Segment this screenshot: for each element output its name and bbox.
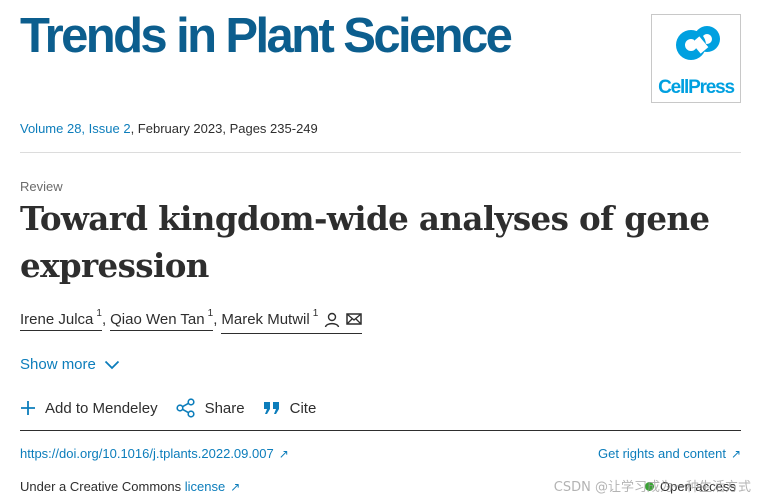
doi-link[interactable]: https://doi.org/10.1016/j.tplants.2022.0…: [20, 446, 289, 461]
volume-link[interactable]: Volume 28, Issue 2: [20, 121, 131, 136]
author-name: Irene Julca: [20, 311, 94, 328]
author-link[interactable]: Irene Julca 1: [20, 308, 102, 331]
doi-text: https://doi.org/10.1016/j.tplants.2022.0…: [20, 446, 274, 461]
quote-icon: [263, 402, 279, 414]
rights-link[interactable]: Get rights and content ↗: [598, 446, 741, 461]
show-more-label: Show more: [20, 356, 96, 373]
mendeley-label: Add to Mendeley: [45, 399, 158, 417]
article-type: Review: [20, 179, 63, 194]
author-name: Marek Mutwil: [221, 311, 310, 328]
article-title: Toward kingdom-wide analyses of gene exp…: [20, 199, 710, 285]
license-link-text: license: [184, 479, 226, 494]
envelope-icon: [346, 312, 363, 330]
divider: [20, 430, 741, 431]
author-affiliation: 1: [312, 308, 319, 319]
author-separator: ,: [213, 311, 218, 328]
divider: [20, 152, 741, 153]
author-separator: ,: [101, 311, 107, 328]
issue-info: Volume 28, Issue 2, February 2023, Pages…: [20, 121, 318, 136]
author-affiliation: 1: [207, 308, 214, 319]
share-label: Share: [204, 399, 245, 417]
cellpress-logo[interactable]: CellPress: [651, 14, 741, 103]
external-link-icon: ↗: [278, 447, 289, 461]
chevron-down-icon: [104, 360, 120, 369]
watermark: CSDN @让学习成为一种生活方式: [553, 480, 751, 495]
plus-icon: [21, 401, 35, 415]
external-link-icon: ↗: [730, 447, 741, 461]
logo-text: CellPress: [658, 77, 735, 98]
author-link[interactable]: Marek Mutwil 1: [221, 308, 363, 334]
article-actions: Add to Mendeley Share Cite: [20, 398, 334, 418]
license-info: Under a Creative Commons license ↗: [20, 479, 240, 494]
external-link-icon: ↗: [230, 480, 241, 494]
author-affiliation: 1: [96, 308, 102, 319]
author-name: Qiao Wen Tan: [110, 311, 205, 328]
cellpress-logo-icon: [676, 26, 720, 60]
license-prefix: Under a Creative Commons: [20, 479, 185, 494]
rights-text: Get rights and content: [598, 446, 726, 461]
share-button[interactable]: Share: [175, 398, 245, 418]
show-more-button[interactable]: Show more: [20, 356, 120, 373]
add-to-mendeley-button[interactable]: Add to Mendeley: [20, 400, 158, 417]
person-icon: [324, 312, 340, 332]
author-list: Irene Julca 1, Qiao Wen Tan 1, Marek Mutwi…: [20, 308, 363, 334]
cite-button[interactable]: Cite: [263, 399, 317, 417]
license-link[interactable]: license ↗: [185, 479, 241, 494]
journal-title[interactable]: Trends in Plant Science: [20, 8, 513, 64]
share-icon: [175, 398, 195, 418]
cite-label: Cite: [289, 399, 317, 417]
issue-details: , February 2023, Pages 235-249: [130, 121, 318, 136]
author-link[interactable]: Qiao Wen Tan 1: [110, 308, 214, 331]
